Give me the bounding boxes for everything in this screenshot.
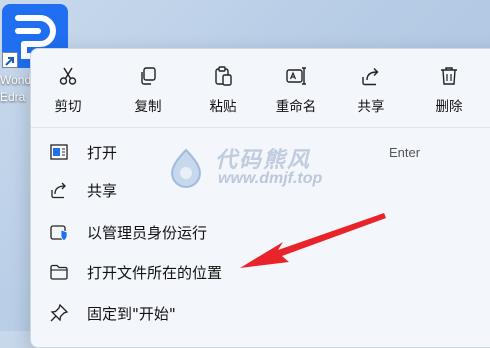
share-button[interactable]: 共享 [336,59,406,121]
copy-button[interactable]: 复制 [113,59,183,121]
menu-item-share-label: 共享 [87,181,118,200]
command-bar: 剪切 复制 粘贴 重命名 共享 删除 [31,49,490,127]
paste-icon [215,66,232,86]
menu-item-open-shortcut: Enter [389,144,421,160]
menu-divider [31,127,490,128]
copy-icon [141,67,156,85]
share-icon [51,182,66,199]
rename-button[interactable]: 重命名 [261,59,331,121]
delete-button[interactable]: 删除 [414,59,484,121]
menu-item-run-as-admin-label: 以管理员身份运行 [87,223,208,242]
cut-button[interactable]: 剪切 [33,59,103,121]
paste-button[interactable]: 粘贴 [188,59,258,121]
menu-item-pin-to-start[interactable]: 固定到"开始" [35,296,475,330]
rename-label: 重命名 [275,99,317,115]
cut-label: 剪切 [54,99,82,115]
delete-label: 删除 [435,99,463,115]
trash-icon [441,67,457,85]
folder-icon [50,264,68,280]
menu-item-open[interactable]: 打开 Enter [35,135,475,169]
menu-item-open-file-location-label: 打开文件所在的位置 [87,263,223,282]
context-menu: 剪切 复制 粘贴 重命名 共享 删除 打开 Enter 共享 以管理员身份运行 … [30,48,490,348]
open-app-icon [50,144,68,160]
shield-icon [50,225,68,241]
menu-item-run-as-admin[interactable]: 以管理员身份运行 [35,215,475,249]
pin-icon [50,303,69,322]
menu-item-share[interactable]: 共享 [35,173,475,207]
shortcut-arrow-icon [2,52,18,68]
share-icon [362,68,379,86]
menu-item-open-label: 打开 [87,143,118,162]
paste-label: 粘贴 [209,99,237,115]
menu-item-pin-to-start-label: 固定到"开始" [87,304,176,323]
scissors-icon [59,67,77,85]
copy-label: 复制 [134,99,162,115]
menu-item-open-file-location[interactable]: 打开文件所在的位置 [35,255,475,289]
share-label: 共享 [357,99,385,115]
rename-icon [286,67,306,85]
